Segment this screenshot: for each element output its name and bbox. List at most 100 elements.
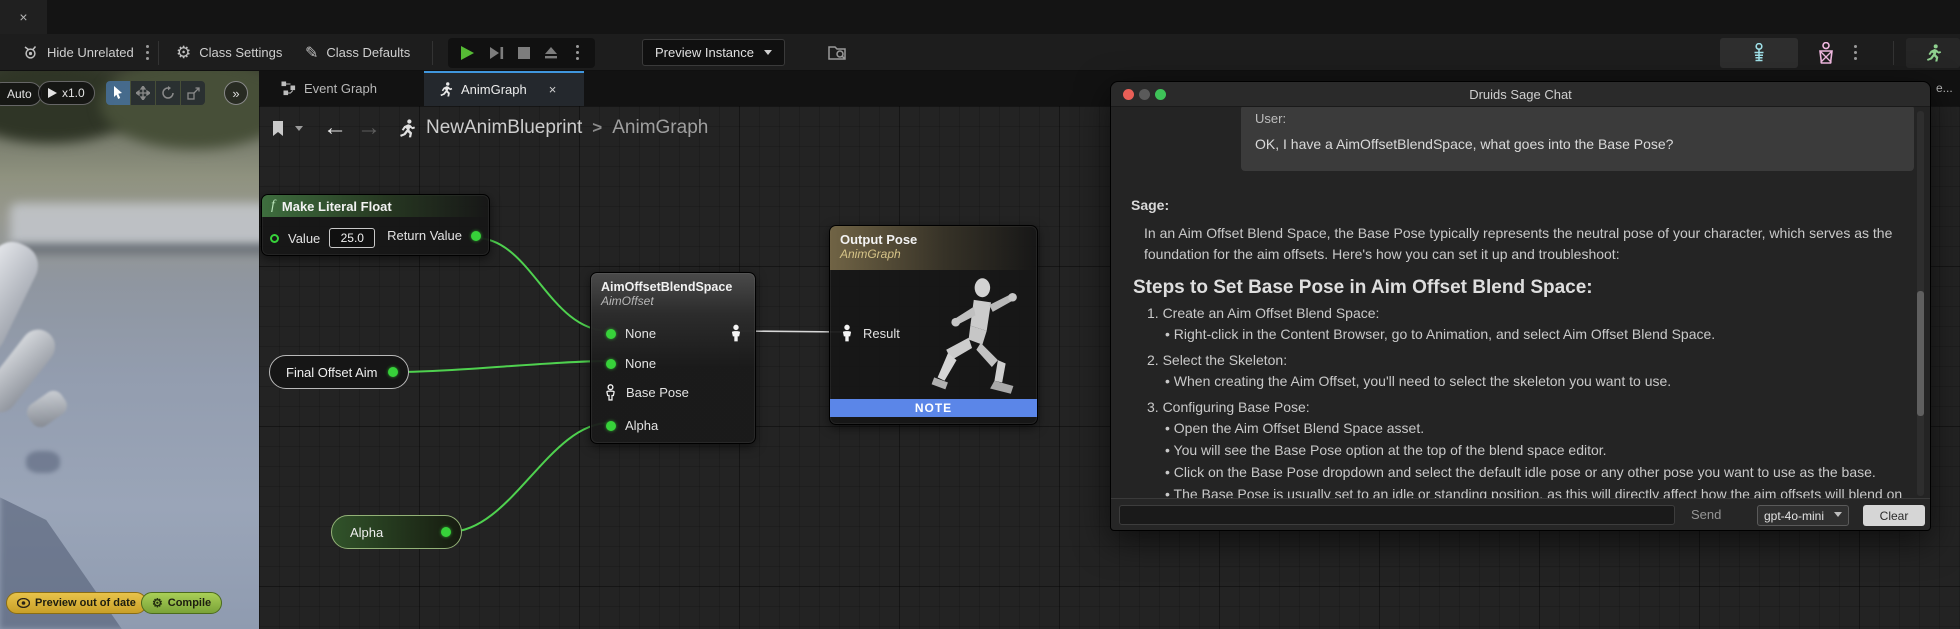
aim-offset-alpha-pin[interactable]: [606, 421, 616, 431]
step-bullet: • Click on the Base Pose dropdown and se…: [1165, 463, 1915, 481]
result-pose-pin[interactable]: [840, 324, 854, 342]
alpha-output-pin[interactable]: [441, 527, 451, 537]
toolbar-separator: [158, 41, 159, 65]
folder-search-icon: [828, 44, 848, 62]
play-icon: [48, 88, 57, 98]
scale-tool-button[interactable]: [181, 81, 205, 105]
mesh-asset-button[interactable]: [1816, 34, 1861, 71]
mannequin-preview-image: [918, 274, 1033, 398]
double-chevron-icon: »: [232, 86, 239, 101]
mesh-options-icon[interactable]: [1854, 51, 1857, 54]
gear-icon: ⚙: [176, 43, 191, 63]
shadow-blob: [26, 451, 60, 473]
robot-hand: [23, 387, 71, 431]
step-bullet: • When creating the Aim Offset, you'll n…: [1165, 372, 1915, 390]
sage-steps-list: 1. Create an Aim Offset Blend Space: • R…: [1147, 304, 1915, 500]
return-value-pin[interactable]: [471, 231, 481, 241]
druids-sage-chat-window: Druids Sage Chat User: OK, I have a AimO…: [1110, 81, 1931, 531]
send-button[interactable]: Send: [1691, 507, 1721, 522]
chat-message-area[interactable]: User: OK, I have a AimOffsetBlendSpace, …: [1111, 107, 1930, 500]
tab-anim-graph[interactable]: AnimGraph ×: [424, 71, 584, 106]
move-icon: [136, 86, 150, 100]
chevron-down-icon: [1834, 512, 1842, 521]
pose-pin-icon[interactable]: [604, 384, 617, 401]
aim-offset-in-pin-1[interactable]: [606, 329, 616, 339]
runner-icon: [438, 82, 453, 97]
close-tab-icon[interactable]: ×: [549, 82, 557, 97]
value-input-field[interactable]: 25.0: [329, 228, 375, 248]
play-button[interactable]: [460, 45, 475, 61]
runner-icon: [1924, 44, 1942, 62]
clear-button[interactable]: Clear: [1863, 505, 1925, 526]
browse-asset-button[interactable]: [828, 34, 848, 71]
pencil-icon: ✎: [305, 43, 318, 63]
hide-unrelated-button[interactable]: Hide Unrelated: [22, 34, 153, 71]
model-select-value: gpt-4o-mini: [1764, 509, 1824, 523]
chat-titlebar[interactable]: Druids Sage Chat: [1111, 82, 1930, 107]
chat-scrollbar[interactable]: [1917, 111, 1924, 496]
character-mesh-icon: [1816, 42, 1836, 64]
node-final-offset-aim[interactable]: Final Offset Aim: [269, 355, 409, 389]
aim-offset-in-pin-2[interactable]: [606, 359, 616, 369]
chat-window-title: Druids Sage Chat: [1111, 87, 1930, 102]
toolbar-separator: [432, 41, 433, 65]
expand-toolbar-button[interactable]: »: [224, 81, 248, 105]
step-bullet: • Open the Aim Offset Blend Space asset.: [1165, 419, 1915, 437]
rotate-icon: [161, 86, 175, 100]
aim-offset-pose-output-pin[interactable]: [729, 324, 743, 342]
select-tool-button[interactable]: [106, 81, 130, 105]
preview-instance-dropdown[interactable]: Preview Instance: [642, 39, 785, 66]
playback-speed-button[interactable]: x1.0: [38, 81, 95, 105]
play-controls: [448, 38, 595, 68]
step-bullet: • You will see the Base Pose option at t…: [1165, 441, 1915, 459]
user-message-bubble: User: OK, I have a AimOffsetBlendSpace, …: [1241, 107, 1914, 171]
class-defaults-button[interactable]: ✎ Class Defaults: [305, 34, 410, 71]
gear-icon: ⚙: [152, 596, 163, 610]
window-titlebar: ×: [0, 0, 1960, 34]
step-forward-button[interactable]: [489, 46, 504, 60]
hide-unrelated-icon: [22, 44, 39, 61]
app-root: × Hide Unrelated ⚙ Class Settings ✎ Clas…: [0, 0, 1960, 629]
value-input-pin[interactable]: [270, 234, 279, 243]
graph-icon: [281, 81, 296, 96]
step-title: 2. Select the Skeleton:: [1147, 351, 1915, 369]
window-tab-close-button[interactable]: ×: [0, 0, 47, 34]
sage-label: Sage:: [1131, 197, 1169, 213]
node-alpha-variable[interactable]: Alpha: [331, 515, 462, 549]
compile-button[interactable]: ⚙ Compile: [141, 592, 222, 614]
overflow-tab-label[interactable]: e...: [1936, 81, 1953, 95]
cursor-icon: [112, 86, 124, 100]
user-message-text: OK, I have a AimOffsetBlendSpace, what g…: [1255, 136, 1900, 152]
eject-button[interactable]: [544, 46, 558, 59]
animgraph-asset-button[interactable]: [1906, 38, 1960, 68]
node-output-pose[interactable]: Output Pose AnimGraph Result: [829, 225, 1038, 425]
preview-viewport[interactable]: Auto x1.0 » Preview out of dat: [0, 71, 259, 629]
chat-scrollbar-thumb[interactable]: [1917, 291, 1924, 416]
hide-unrelated-options-icon[interactable]: [146, 51, 149, 54]
move-tool-button[interactable]: [131, 81, 155, 105]
play-options-icon[interactable]: [576, 51, 579, 54]
preview-out-of-date-button[interactable]: Preview out of date: [6, 592, 147, 614]
function-icon: f: [271, 198, 275, 214]
chat-input[interactable]: [1119, 505, 1675, 525]
chevron-down-icon: [764, 50, 772, 59]
rotate-tool-button[interactable]: [156, 81, 180, 105]
model-select[interactable]: gpt-4o-mini: [1757, 505, 1849, 526]
background-blur: [10, 243, 259, 255]
toolbar-separator: [1893, 41, 1894, 65]
sage-heading: Steps to Set Base Pose in Aim Offset Ble…: [1133, 277, 1593, 299]
auto-button[interactable]: Auto: [0, 82, 42, 106]
node-make-literal-float[interactable]: f Make Literal Float Value 25.0 Return V…: [261, 194, 490, 256]
skeleton-icon: [1751, 43, 1767, 63]
final-offset-aim-output-pin[interactable]: [388, 367, 398, 377]
node-aim-offset-blend-space[interactable]: AimOffsetBlendSpace AimOffset None None …: [590, 272, 756, 444]
stop-button[interactable]: [518, 47, 530, 59]
chat-input-bar: Send gpt-4o-mini Clear: [1111, 498, 1930, 530]
tab-event-graph[interactable]: Event Graph: [267, 71, 391, 106]
class-settings-button[interactable]: ⚙ Class Settings: [176, 34, 282, 71]
eye-icon: [17, 598, 30, 608]
scale-icon: [187, 87, 200, 100]
note-badge: NOTE: [830, 399, 1037, 417]
skeleton-asset-button[interactable]: [1720, 38, 1798, 68]
viewport-tool-group: [106, 81, 205, 105]
